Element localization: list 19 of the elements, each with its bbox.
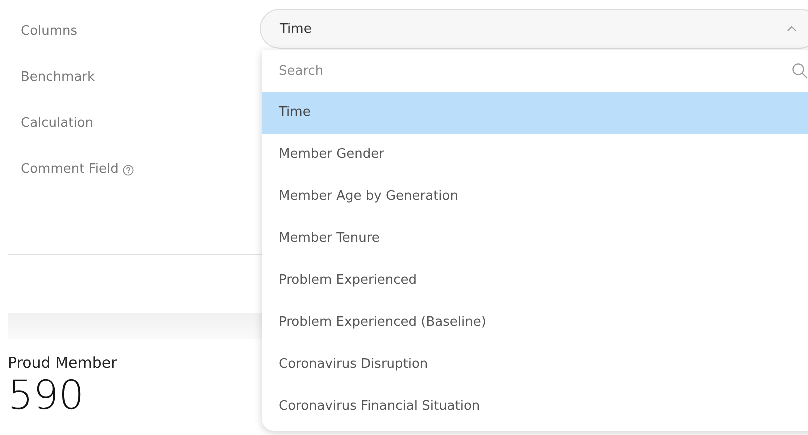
dropdown-option[interactable]: Time [262, 92, 808, 134]
dropdown-option[interactable]: Problem Experienced (Baseline) [262, 302, 808, 344]
dropdown-option[interactable]: Member Gender [262, 134, 808, 176]
card-title: Proud Member [8, 353, 118, 373]
field-label: Benchmark [21, 70, 96, 86]
field-label: Columns [21, 24, 78, 40]
search-field[interactable]: Search [279, 61, 792, 81]
field-label: Comment Field [21, 162, 119, 178]
column-select[interactable]: Time [260, 9, 808, 49]
search-icon[interactable] [792, 63, 808, 79]
dropdown-option[interactable]: Coronavirus Financial Situation [262, 386, 808, 428]
caret-icon[interactable] [787, 26, 797, 32]
help-icon[interactable] [122, 165, 134, 176]
dropdown-option[interactable]: Member Age by Generation [262, 176, 808, 218]
field-label: Calculation [21, 116, 94, 132]
dropdown-option[interactable]: Member Tenure [262, 218, 808, 260]
dropdown-option[interactable]: Problem Experienced [262, 260, 808, 302]
dropdown-option[interactable]: Coronavirus Disruption [262, 344, 808, 386]
metric-value: 590 [8, 373, 84, 419]
